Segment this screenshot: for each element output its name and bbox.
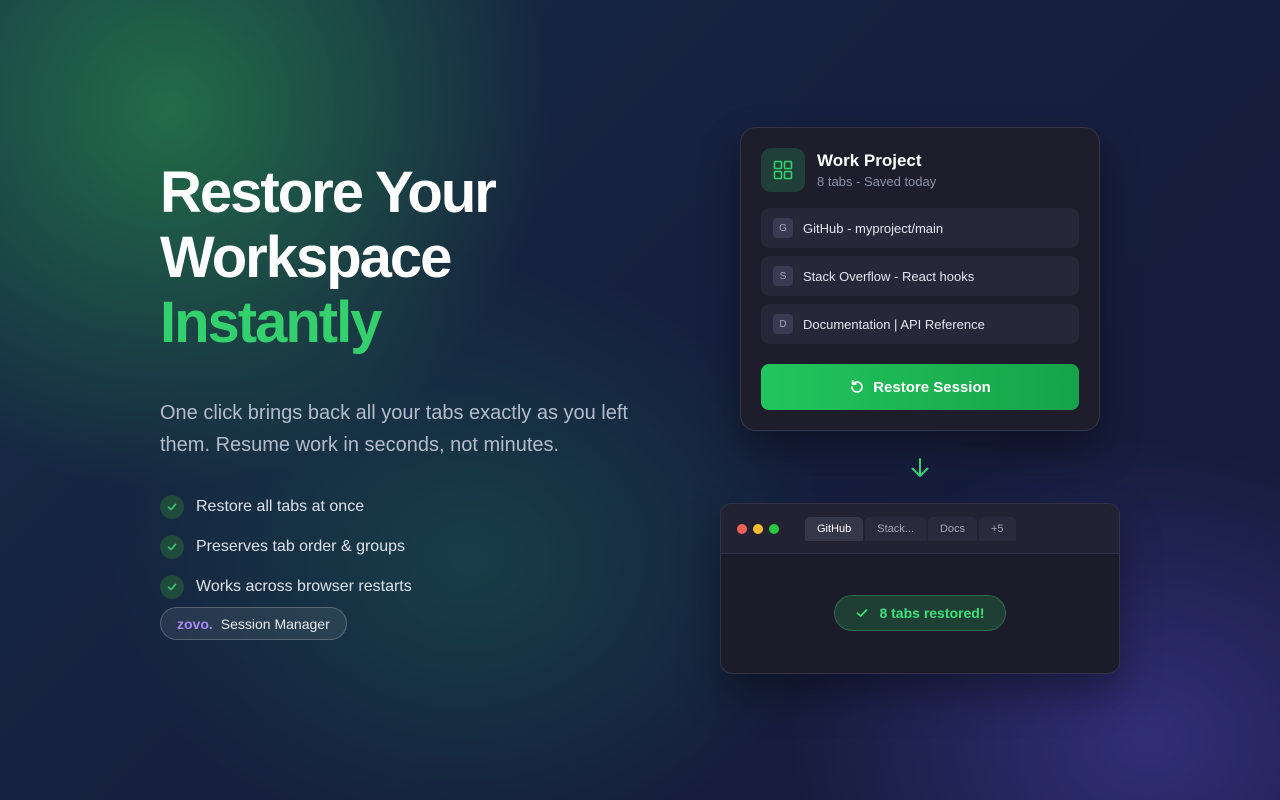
feature-item: Works across browser restarts [160, 575, 660, 599]
browser-tab[interactable]: GitHub [805, 516, 864, 541]
favicon-icon: S [773, 266, 793, 286]
check-icon [857, 608, 868, 617]
session-tab-list: G GitHub - myproject/main S Stack Overfl… [761, 208, 1079, 344]
feature-label: Works across browser restarts [196, 578, 412, 595]
feature-label: Restore all tabs at once [196, 498, 365, 515]
session-tab-item[interactable]: S Stack Overflow - React hooks [761, 256, 1079, 296]
headline-line-1: Restore Your [160, 160, 497, 225]
brand-logo: zovo. [177, 615, 213, 632]
brand-badge: zovo. Session Manager [160, 607, 347, 640]
feature-label: Preserves tab order & groups [196, 538, 405, 555]
headline-line-2: Workspace [160, 225, 452, 290]
session-tab-label: Stack Overflow - React hooks [803, 268, 975, 284]
refresh-icon [851, 379, 864, 393]
session-tab-label: GitHub - myproject/main [803, 220, 944, 236]
grid-icon [761, 148, 805, 192]
maximize-dot-icon[interactable] [769, 523, 779, 534]
subtitle: One click brings back all your tabs exac… [160, 402, 628, 456]
minimize-dot-icon[interactable] [753, 523, 763, 534]
close-dot-icon[interactable] [737, 523, 747, 534]
toast-label: 8 tabs restored! [879, 604, 985, 621]
product-name: Session Manager [220, 615, 330, 632]
favicon-icon: G [773, 218, 793, 238]
check-icon [160, 575, 184, 599]
favicon-icon: D [773, 314, 793, 334]
browser-tab-strip: GitHub Stack... Docs +5 [805, 516, 1018, 541]
check-icon [160, 535, 184, 559]
session-title: Work Project [817, 150, 922, 170]
restore-session-button[interactable]: Restore Session [761, 364, 1079, 410]
restored-toast: 8 tabs restored! [834, 594, 1006, 631]
session-card: Work Project 8 tabs - Saved today G GitH… [740, 127, 1100, 431]
browser-titlebar: GitHub Stack... Docs +5 [721, 504, 1119, 554]
session-meta: 8 tabs - Saved today [817, 173, 937, 189]
headline-accent: Instantly [160, 290, 383, 355]
browser-tab[interactable]: Docs [927, 516, 977, 541]
session-tab-item[interactable]: G GitHub - myproject/main [761, 208, 1079, 248]
check-icon [160, 495, 184, 519]
session-tab-label: Documentation | API Reference [803, 316, 985, 332]
hero-section: Restore Your Workspace Instantly One cli… [160, 160, 660, 615]
session-header: Work Project 8 tabs - Saved today [761, 148, 1079, 192]
browser-window: GitHub Stack... Docs +5 8 tabs restored! [720, 503, 1120, 674]
feature-item: Preserves tab order & groups [160, 535, 660, 559]
browser-content: 8 tabs restored! [721, 554, 1119, 673]
session-tab-item[interactable]: D Documentation | API Reference [761, 304, 1079, 344]
browser-tab-more[interactable]: +5 [979, 516, 1016, 541]
restore-session-label: Restore Session [873, 378, 991, 396]
headline: Restore Your Workspace Instantly [160, 160, 660, 355]
browser-tab[interactable]: Stack... [865, 516, 926, 541]
feature-list: Restore all tabs at once Preserves tab o… [160, 495, 660, 599]
arrow-down-icon [911, 458, 929, 477]
feature-item: Restore all tabs at once [160, 495, 660, 519]
